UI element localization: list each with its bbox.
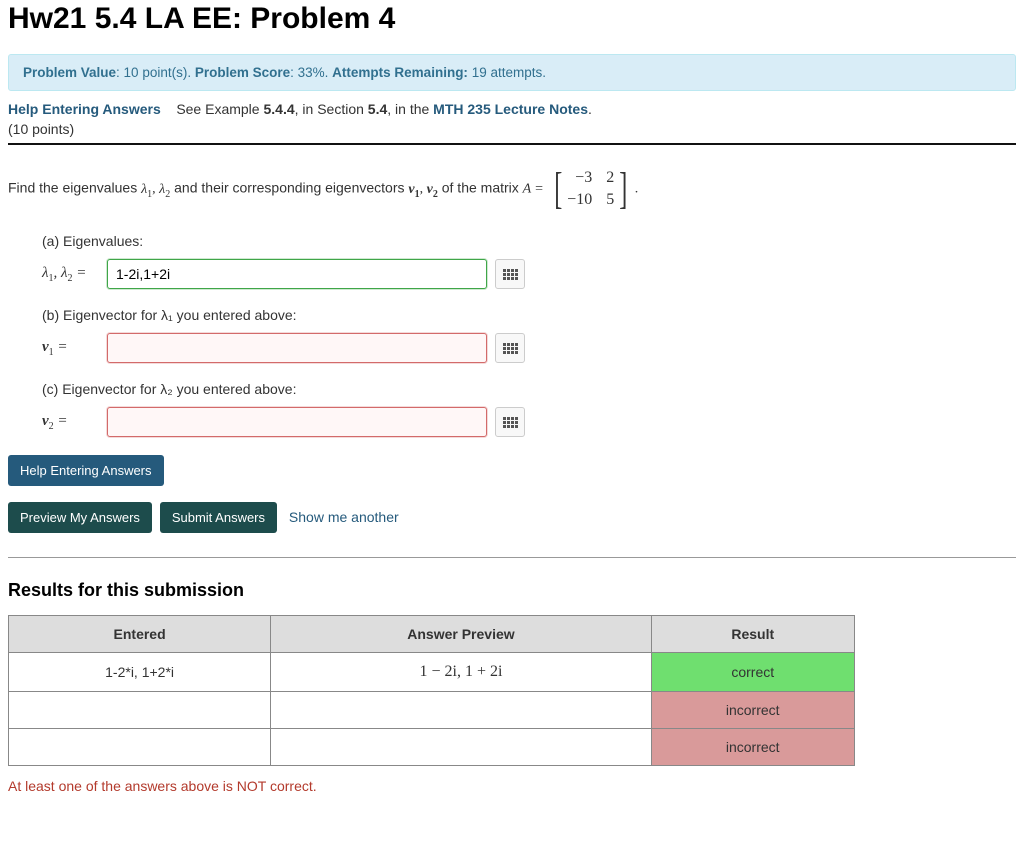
- problem-score-label: Problem Score: [195, 65, 290, 80]
- table-row: 1-2*i, 1+2*i 1 − 2i, 1 + 2i correct: [9, 653, 855, 692]
- result-cell: incorrect: [651, 692, 854, 729]
- entered-cell: [9, 729, 271, 766]
- col-entered: Entered: [9, 616, 271, 653]
- notes-prefix: , in the: [387, 101, 433, 117]
- table-row: incorrect: [9, 729, 855, 766]
- matrix-r2c2: 5: [606, 191, 614, 209]
- part-a-lhs: λ1, λ2 =: [42, 265, 97, 284]
- part-b-label: (b) Eigenvector for λ₁ you entered above…: [42, 307, 1016, 323]
- divider: [8, 557, 1016, 558]
- left-bracket-icon: [: [554, 169, 562, 209]
- right-bracket-icon: ]: [620, 169, 628, 209]
- problem-prompt: Find the eigenvalues λ1, λ2 and their co…: [8, 169, 1016, 209]
- v1-symbol: v1: [408, 182, 419, 197]
- matrix-A: [ −3 2 −10 5 ]: [551, 169, 631, 209]
- part-b: (b) Eigenvector for λ₁ you entered above…: [42, 307, 1016, 363]
- button-row-2: Preview My Answers Submit Answers Show m…: [8, 502, 1016, 539]
- math-keypad-button[interactable]: [495, 259, 525, 289]
- button-row-1: Help Entering Answers: [8, 455, 1016, 492]
- attempts-remaining-text: 19 attempts.: [468, 65, 546, 80]
- preview-cell: [271, 729, 652, 766]
- section-prefix: , in Section: [295, 101, 368, 117]
- results-heading: Results for this submission: [8, 580, 1016, 601]
- divider: [8, 143, 1016, 145]
- preview-cell: [271, 692, 652, 729]
- keypad-icon: [503, 417, 518, 428]
- attempts-remaining-label: Attempts Remaining:: [332, 65, 468, 80]
- help-line: Help Entering Answers See Example 5.4.4,…: [8, 101, 1016, 117]
- keypad-icon: [503, 269, 518, 280]
- prompt-ofmatrix: of the matrix: [442, 180, 523, 196]
- lambda1-symbol: λ1: [141, 182, 152, 197]
- problem-value-text: : 10 point(s).: [116, 65, 195, 80]
- show-me-another-link[interactable]: Show me another: [289, 509, 399, 525]
- math-keypad-button[interactable]: [495, 407, 525, 437]
- eigenvector2-input[interactable]: [107, 407, 487, 437]
- help-period: .: [588, 101, 592, 117]
- matrix-r1c1: −3: [567, 169, 592, 187]
- matrix-r1c2: 2: [606, 169, 614, 187]
- eigenvalues-input[interactable]: [107, 259, 487, 289]
- part-c-label: (c) Eigenvector for λ₂ you entered above…: [42, 381, 1016, 397]
- col-preview: Answer Preview: [271, 616, 652, 653]
- equals: =: [535, 182, 546, 197]
- eigenvector1-input[interactable]: [107, 333, 487, 363]
- preview-cell: 1 − 2i, 1 + 2i: [271, 653, 652, 692]
- problem-score-text: : 33%.: [290, 65, 332, 80]
- submit-answers-button[interactable]: Submit Answers: [160, 502, 277, 533]
- help-see-prefix: See Example: [176, 101, 263, 117]
- results-table: Entered Answer Preview Result 1-2*i, 1+2…: [8, 615, 855, 766]
- lambda2-symbol: λ2: [159, 182, 170, 197]
- col-result: Result: [651, 616, 854, 653]
- part-c-lhs: v2 =: [42, 413, 97, 432]
- points-line: (10 points): [8, 121, 1016, 137]
- problem-info-bar: Problem Value: 10 point(s). Problem Scor…: [8, 54, 1016, 91]
- entered-cell: [9, 692, 271, 729]
- prompt-and: and their corresponding eigenvectors: [174, 180, 408, 196]
- section-ref: 5.4: [368, 101, 387, 117]
- v2-symbol: v2: [427, 182, 438, 197]
- preview-answers-button[interactable]: Preview My Answers: [8, 502, 152, 533]
- part-a-label: (a) Eigenvalues:: [42, 233, 1016, 249]
- entered-cell: 1-2*i, 1+2*i: [9, 653, 271, 692]
- problem-value-label: Problem Value: [23, 65, 116, 80]
- part-b-lhs: v1 =: [42, 339, 97, 358]
- results-warning: At least one of the answers above is NOT…: [8, 778, 1016, 794]
- keypad-icon: [503, 343, 518, 354]
- table-row: incorrect: [9, 692, 855, 729]
- result-cell: incorrect: [651, 729, 854, 766]
- example-ref: 5.4.4: [263, 101, 294, 117]
- prompt-tail: .: [635, 182, 639, 197]
- part-c: (c) Eigenvector for λ₂ you entered above…: [42, 381, 1016, 437]
- part-a: (a) Eigenvalues: λ1, λ2 =: [42, 233, 1016, 289]
- prompt-lead: Find the eigenvalues: [8, 180, 141, 196]
- matrix-r2c1: −10: [567, 191, 592, 209]
- lecture-notes-link[interactable]: MTH 235 Lecture Notes: [433, 101, 588, 117]
- help-entering-answers-button[interactable]: Help Entering Answers: [8, 455, 164, 486]
- result-cell: correct: [651, 653, 854, 692]
- page-title: Hw21 5.4 LA EE: Problem 4: [8, 2, 1016, 36]
- help-entering-answers-link[interactable]: Help Entering Answers: [8, 101, 161, 117]
- A-symbol: A: [523, 182, 532, 197]
- math-keypad-button[interactable]: [495, 333, 525, 363]
